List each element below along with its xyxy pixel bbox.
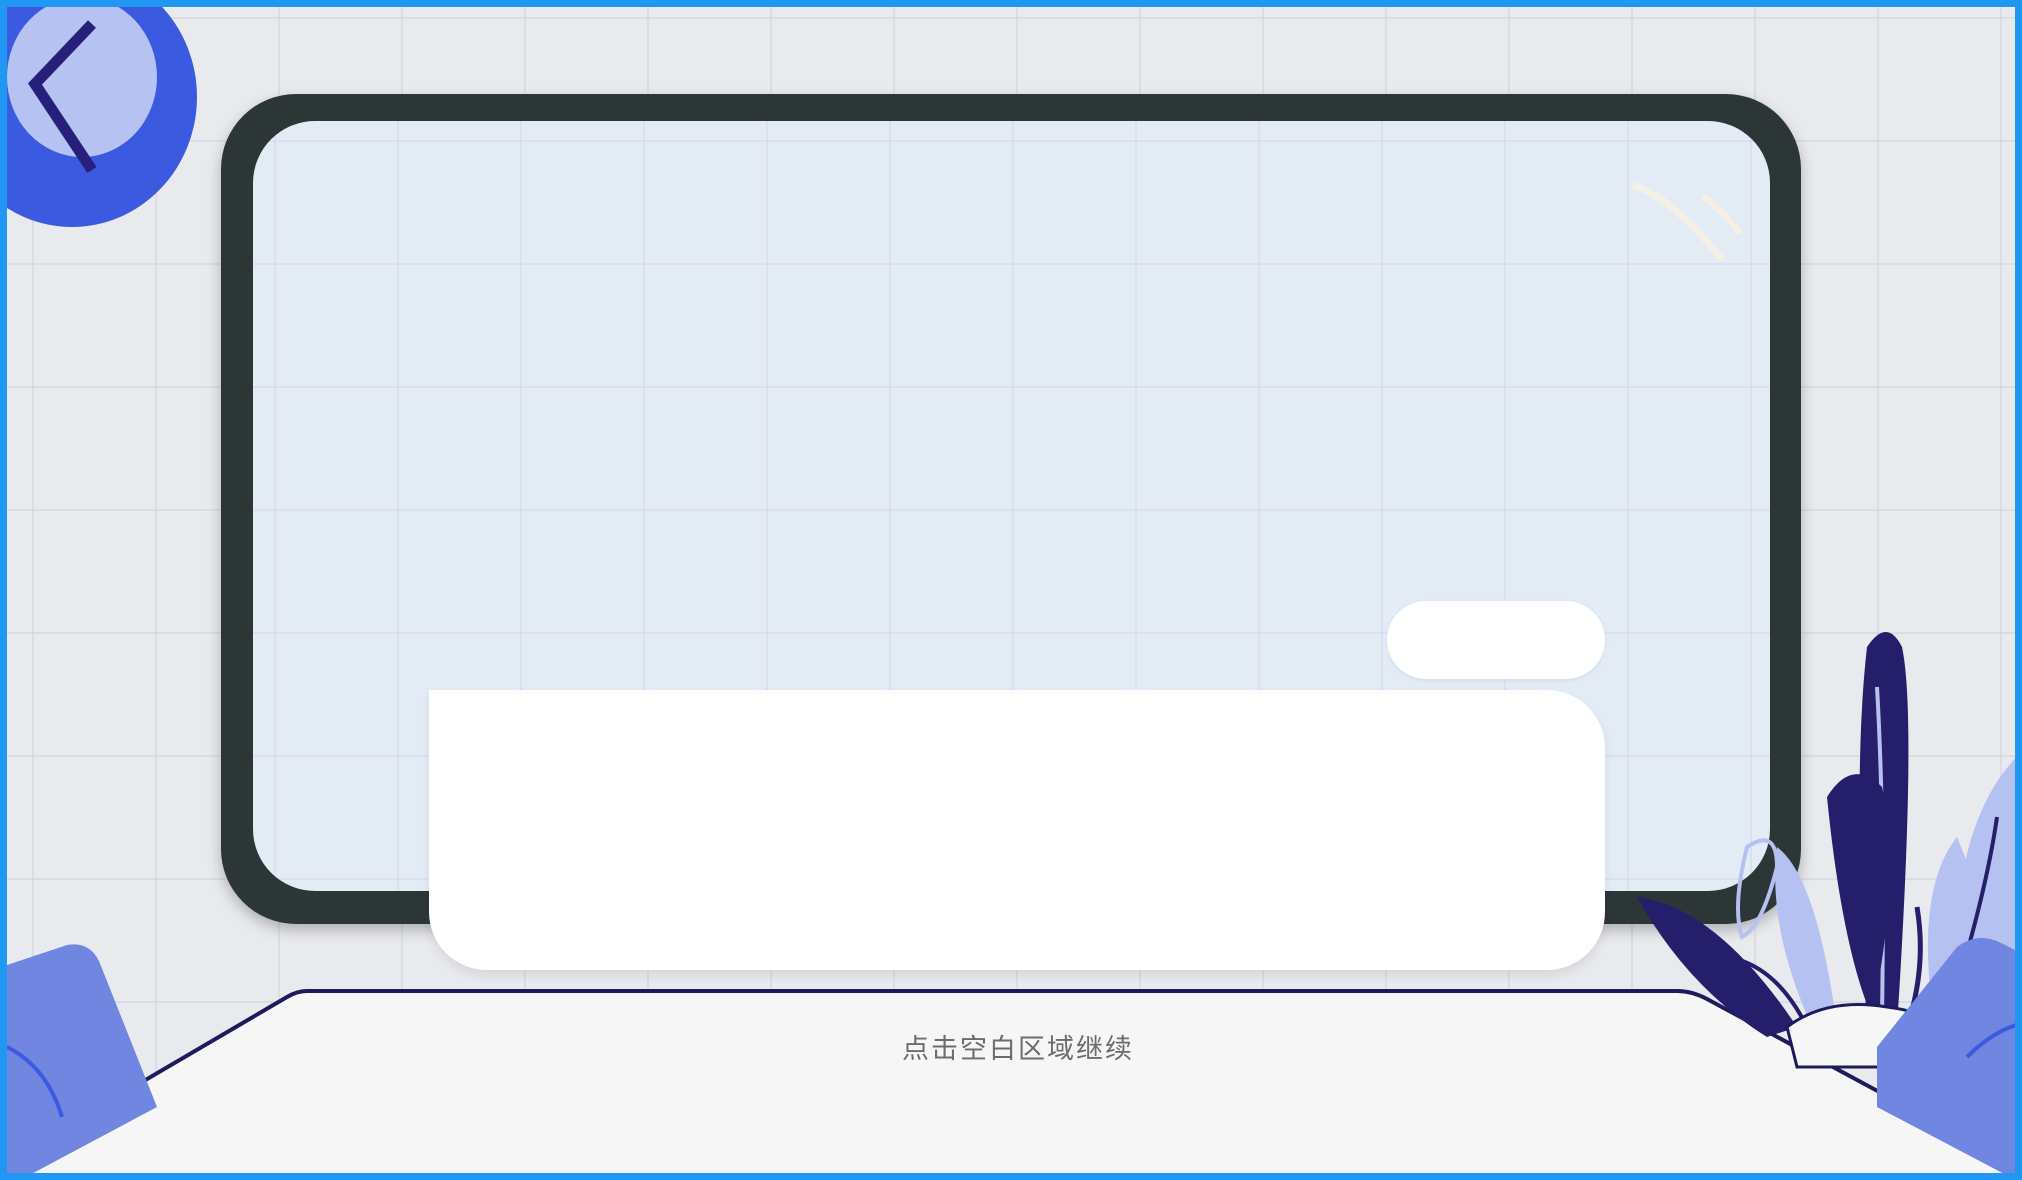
plant-decoration-icon bbox=[1637, 632, 2015, 1173]
pot-decoration-icon bbox=[7, 944, 157, 1173]
chevron-left-icon[interactable] bbox=[17, 12, 107, 182]
speaker-name-tag bbox=[1387, 601, 1605, 679]
screen-glare-icon bbox=[1631, 182, 1742, 262]
dialog-box[interactable] bbox=[429, 690, 1605, 970]
game-stage[interactable]: 点击空白区域继续 bbox=[0, 0, 2022, 1180]
